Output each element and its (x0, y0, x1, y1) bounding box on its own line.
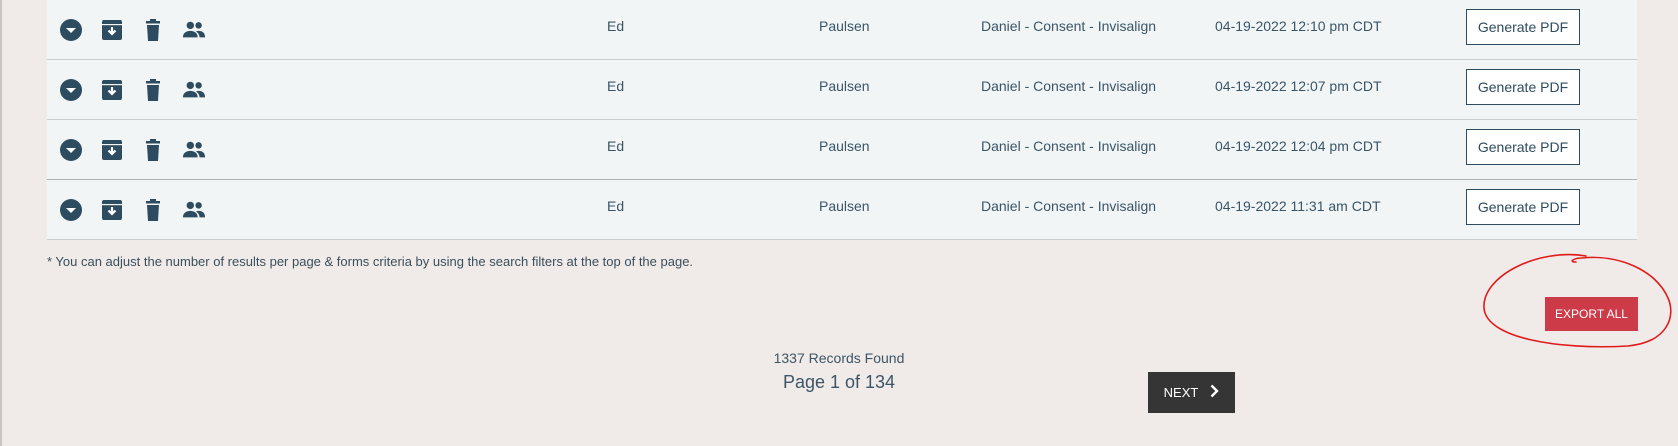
form-name-cell: Daniel - Consent - Invisalign (981, 138, 1157, 154)
trash-icon[interactable] (141, 138, 165, 162)
people-icon[interactable] (182, 18, 206, 42)
expand-row-icon[interactable] (59, 18, 83, 42)
last-name-cell: Paulsen (819, 198, 870, 214)
date-cell: 04-19-2022 12:07 pm CDT (1215, 78, 1382, 94)
last-name-cell: Paulsen (819, 18, 870, 34)
people-icon[interactable] (182, 198, 206, 222)
form-name-cell: Daniel - Consent - Invisalign (981, 198, 1157, 214)
archive-icon[interactable] (100, 198, 124, 222)
generate-pdf-button[interactable]: Generate PDF (1466, 129, 1580, 165)
table-row: Ed Paulsen Daniel - Consent - Invisalign… (47, 120, 1637, 180)
archive-icon[interactable] (100, 138, 124, 162)
row-actions (59, 18, 223, 42)
results-note: * You can adjust the number of results p… (47, 254, 694, 269)
expand-row-icon[interactable] (59, 78, 83, 102)
people-icon[interactable] (182, 138, 206, 162)
generate-pdf-button[interactable]: Generate PDF (1466, 9, 1580, 45)
trash-icon[interactable] (141, 18, 165, 42)
form-name-cell: Daniel - Consent - Invisalign (981, 78, 1157, 94)
table-row: Ed Paulsen Daniel - Consent - Invisalign… (47, 180, 1637, 240)
generate-pdf-button[interactable]: Generate PDF (1466, 69, 1580, 105)
date-cell: 04-19-2022 12:04 pm CDT (1215, 138, 1382, 154)
first-name-cell: Ed (607, 198, 625, 214)
expand-row-icon[interactable] (59, 198, 83, 222)
row-actions (59, 198, 223, 222)
table-row: Ed Paulsen Daniel - Consent - Invisalign… (47, 60, 1637, 120)
row-actions (59, 78, 223, 102)
row-actions (59, 138, 223, 162)
first-name-cell: Ed (607, 138, 625, 154)
next-page-button[interactable]: NEXT (1148, 372, 1235, 413)
table-row: Ed Paulsen Daniel - Consent - Invisalign… (47, 0, 1637, 60)
people-icon[interactable] (182, 78, 206, 102)
trash-icon[interactable] (141, 78, 165, 102)
trash-icon[interactable] (141, 198, 165, 222)
first-name-cell: Ed (607, 18, 625, 34)
form-name-cell: Daniel - Consent - Invisalign (981, 18, 1157, 34)
date-cell: 04-19-2022 11:31 am CDT (1215, 198, 1381, 214)
archive-icon[interactable] (100, 78, 124, 102)
last-name-cell: Paulsen (819, 78, 870, 94)
forms-table: Ed Paulsen Daniel - Consent - Invisalign… (47, 0, 1637, 240)
chevron-right-icon (1210, 384, 1220, 401)
page-indicator: Page 1 of 134 (782, 372, 896, 392)
first-name-cell: Ed (607, 78, 625, 94)
generate-pdf-button[interactable]: Generate PDF (1466, 189, 1580, 225)
last-name-cell: Paulsen (819, 138, 870, 154)
date-cell: 04-19-2022 12:10 pm CDT (1215, 18, 1382, 34)
next-label: NEXT (1163, 385, 1199, 400)
records-count: 1337 Records Found (773, 350, 905, 366)
export-all-button[interactable]: EXPORT ALL (1545, 297, 1638, 331)
expand-row-icon[interactable] (59, 138, 83, 162)
archive-icon[interactable] (100, 18, 124, 42)
